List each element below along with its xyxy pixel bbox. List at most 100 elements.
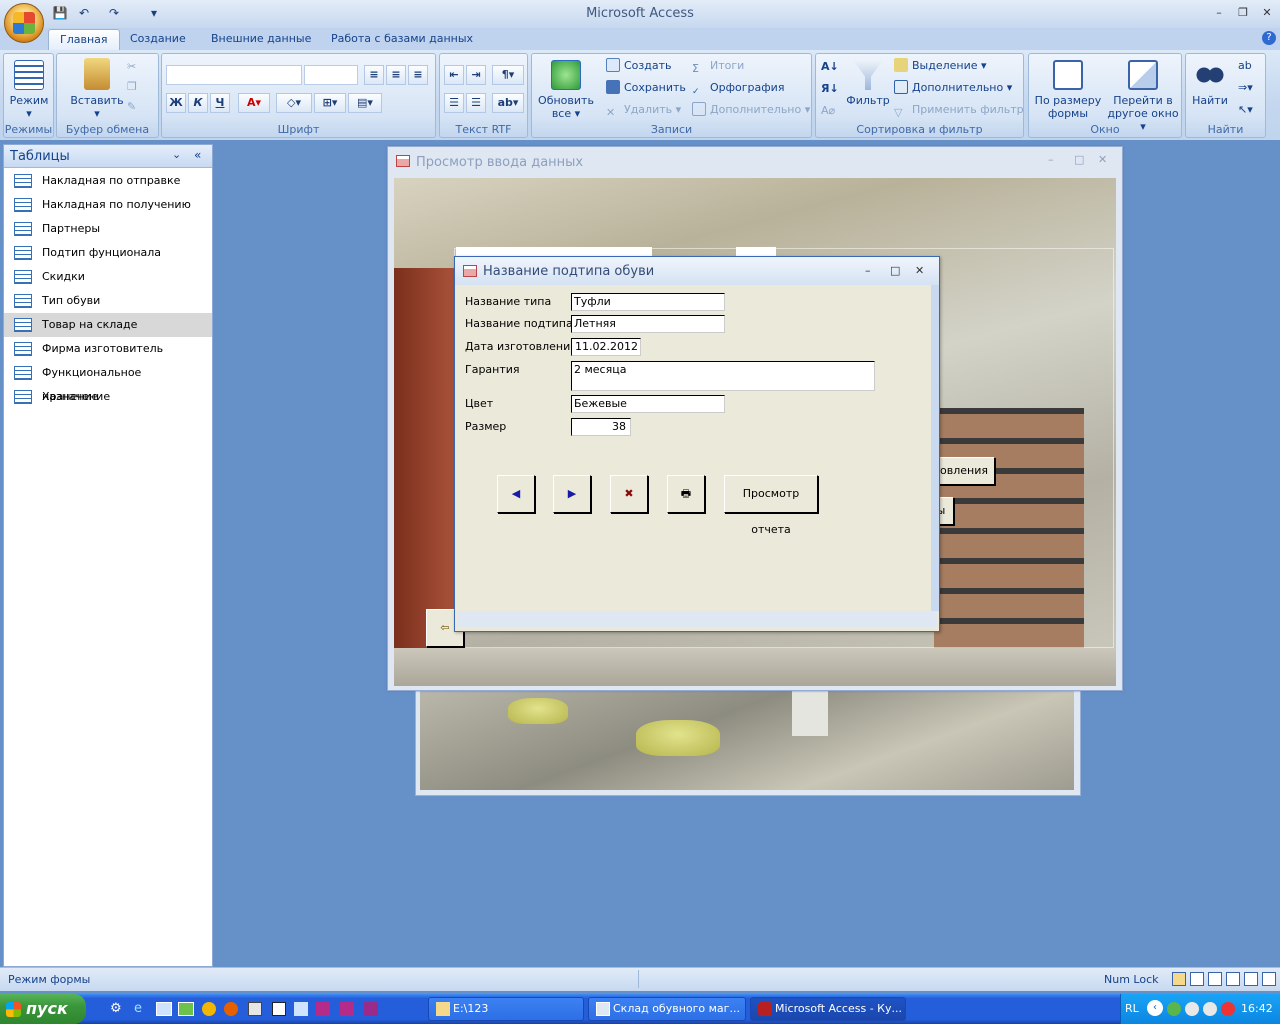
vs-icon[interactable] — [316, 1002, 330, 1016]
nav-item[interactable]: Скидки — [4, 265, 212, 289]
sort-descending-icon[interactable]: Я↓ — [821, 80, 839, 98]
new-record-button[interactable]: Создать — [606, 57, 672, 75]
font-name-combo[interactable] — [166, 65, 302, 85]
cube-icon[interactable] — [294, 1002, 308, 1016]
vs-icon[interactable] — [364, 1002, 378, 1016]
alt-fill-icon[interactable]: ▤▾ — [348, 93, 382, 113]
refresh-all-button[interactable]: Обновить все ▾ — [536, 60, 596, 120]
replace-icon[interactable]: ab — [1238, 57, 1252, 75]
sub-maximize-icon[interactable]: □ — [890, 264, 900, 277]
quicklaunch-icon[interactable]: ⚙ — [110, 1001, 126, 1017]
clear-sort-icon[interactable]: A⌀ — [821, 102, 835, 120]
more-records-button[interactable]: Дополнительно ▾ — [692, 101, 810, 119]
nav-item[interactable]: Тип обуви — [4, 289, 212, 313]
cut-icon[interactable]: ✂ — [127, 58, 136, 76]
select-icon[interactable]: ↖▾ — [1238, 101, 1253, 119]
sub-close-icon[interactable]: ✕ — [915, 264, 924, 277]
start-button[interactable]: пуск — [0, 994, 86, 1024]
copy-icon[interactable]: ❐ — [127, 78, 137, 96]
mode-button[interactable]: Режим ▾ — [8, 60, 50, 120]
subtype-name-field[interactable]: Летняя — [571, 315, 725, 333]
delete-record-button[interactable]: ✕ Удалить ▾ — [606, 101, 681, 119]
advanced-filter-button[interactable]: Дополнительно ▾ — [894, 79, 1012, 97]
print-button[interactable]: 🖶 — [667, 475, 705, 513]
numbering-icon[interactable]: ☰ — [466, 93, 486, 113]
nav-header[interactable]: Таблицы ⌄ « — [4, 145, 212, 168]
align-left-icon[interactable]: ≡ — [364, 65, 384, 85]
align-center-icon[interactable]: ≡ — [386, 65, 406, 85]
tray-volume-icon[interactable] — [1185, 1002, 1199, 1016]
vs-icon[interactable] — [340, 1002, 354, 1016]
main-minimize-icon[interactable]: – — [1048, 153, 1054, 166]
desktop-icon[interactable] — [156, 1002, 172, 1016]
design-view-icon[interactable] — [1262, 972, 1276, 986]
save-record-button[interactable]: Сохранить — [606, 79, 686, 97]
pivot-chart-icon[interactable] — [1226, 972, 1240, 986]
indent-increase-icon[interactable]: ⇥ — [466, 65, 486, 85]
indent-decrease-icon[interactable]: ⇤ — [444, 65, 464, 85]
paste-button[interactable]: Вставить ▾ — [67, 58, 127, 120]
task-access[interactable]: Microsoft Access - Ку... — [750, 997, 906, 1021]
sub-minimize-icon[interactable]: – — [865, 264, 871, 277]
firefox-icon[interactable] — [224, 1002, 238, 1016]
window-icon[interactable] — [272, 1002, 286, 1016]
bullets-icon[interactable]: ☰ — [444, 93, 464, 113]
totals-button[interactable]: Σ Итоги — [692, 57, 744, 75]
nav-item[interactable]: Функциональное назначение — [4, 361, 212, 403]
gridlines-icon[interactable]: ⊞▾ — [314, 93, 346, 113]
datasheet-view-icon[interactable] — [1190, 972, 1204, 986]
tray-expand-icon[interactable]: ‹ — [1147, 1000, 1163, 1016]
nav-menu-chevron-icon[interactable]: ⌄ — [172, 148, 181, 161]
nav-item[interactable]: Товар на складе — [4, 313, 212, 337]
highlight-icon[interactable]: ab▾ — [492, 93, 524, 113]
underline-button[interactable]: Ч — [210, 93, 230, 113]
tab-database-tools[interactable]: Работа с базами данных — [320, 29, 484, 50]
prev-record-button[interactable]: ◀ — [497, 475, 535, 513]
ie-icon[interactable]: e — [134, 1001, 150, 1017]
bold-button[interactable]: Ж — [166, 93, 186, 113]
info-icon[interactable] — [202, 1002, 216, 1016]
nav-item[interactable]: Подтип фунционала — [4, 241, 212, 265]
nav-collapse-icon[interactable]: « — [194, 148, 201, 162]
help-icon[interactable]: ? — [1262, 31, 1276, 45]
manufacture-date-field[interactable]: 11.02.2012 — [571, 338, 641, 356]
tray-app-icon[interactable] — [1203, 1002, 1217, 1016]
fit-form-button[interactable]: По размеру формы — [1031, 60, 1105, 120]
color-field[interactable]: Бежевые — [571, 395, 725, 413]
subform-scrollbar[interactable] — [931, 285, 939, 611]
layout-view-icon[interactable] — [1244, 972, 1258, 986]
task-word[interactable]: Склад обувного маг... — [588, 997, 746, 1021]
main-close-icon[interactable]: ✕ — [1098, 153, 1107, 166]
next-record-button[interactable]: ▶ — [553, 475, 591, 513]
sort-ascending-icon[interactable]: A↓ — [821, 58, 839, 76]
restore-icon[interactable]: ❐ — [1234, 6, 1252, 19]
font-size-combo[interactable] — [304, 65, 358, 85]
goto-icon[interactable]: ⇒▾ — [1238, 79, 1253, 97]
warranty-field[interactable]: 2 месяца — [571, 361, 875, 391]
tab-create[interactable]: Создание — [119, 29, 197, 50]
minimize-icon[interactable]: – — [1210, 6, 1228, 19]
apply-filter-button[interactable]: ▽ Применить фильтр — [894, 101, 1024, 119]
fill-color-icon[interactable]: ◇▾ — [276, 93, 312, 113]
close-icon[interactable]: ✕ — [1258, 6, 1276, 19]
delete-record-button-form[interactable]: ✖ — [610, 475, 648, 513]
nav-item[interactable]: Партнеры — [4, 217, 212, 241]
align-right-icon[interactable]: ≡ — [408, 65, 428, 85]
nav-item[interactable]: Накладная по получению — [4, 193, 212, 217]
tab-external-data[interactable]: Внешние данные — [200, 29, 322, 50]
find-button[interactable]: Найти — [1188, 60, 1232, 107]
printer-icon[interactable] — [248, 1002, 262, 1016]
app-quicklaunch-icon[interactable] — [178, 1002, 194, 1016]
language-indicator[interactable]: RL — [1125, 1002, 1139, 1015]
size-field[interactable]: 38 — [571, 418, 631, 436]
tray-opera-icon[interactable] — [1221, 1002, 1235, 1016]
nav-item[interactable]: Фирма изготовитель — [4, 337, 212, 361]
pivot-table-icon[interactable] — [1208, 972, 1222, 986]
tray-network-icon[interactable] — [1167, 1002, 1181, 1016]
main-maximize-icon[interactable]: □ — [1074, 153, 1084, 166]
spelling-button[interactable]: ✓ Орфография — [692, 79, 784, 97]
type-name-field[interactable]: Туфли — [571, 293, 725, 311]
selection-button[interactable]: Выделение ▾ — [894, 57, 987, 75]
italic-button[interactable]: К — [188, 93, 208, 113]
text-direction-icon[interactable]: ¶▾ — [492, 65, 524, 85]
